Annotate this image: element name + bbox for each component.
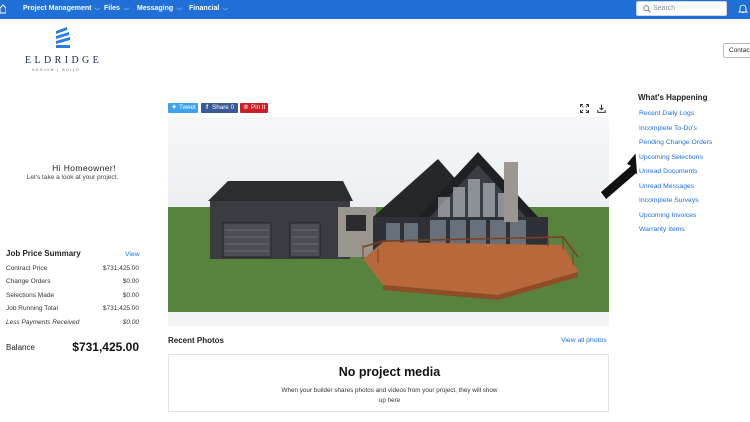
top-nav: Project Management ⌵ Files ⌵ Messaging ⌵ Fi… (0, 0, 750, 19)
nav-label: Files (104, 5, 120, 12)
expand-icon[interactable] (580, 104, 589, 113)
chevron-down-icon: ⌵ (123, 6, 130, 12)
chevron-down-icon: ⌵ (176, 6, 183, 12)
summary-row-value: $0.00 (122, 278, 139, 285)
empty-media-title: No project media (338, 365, 441, 379)
summary-row-value: $731,425.00 (102, 265, 139, 272)
whats-happening-title: What's Happening (638, 93, 708, 102)
house-render-illustration (168, 117, 609, 326)
view-all-photos-link[interactable]: View all photos (561, 337, 607, 344)
link-upcoming-selections[interactable]: Upcoming Selections (639, 154, 703, 161)
link-recent-daily-logs[interactable]: Recent Daily Logs (639, 110, 694, 117)
summary-row-label: Job Running Total (6, 305, 58, 312)
job-price-summary-view-link[interactable]: View (125, 251, 140, 258)
nav-financial[interactable]: Financial ⌵ (189, 0, 229, 19)
balance-label: Balance (6, 343, 35, 352)
contact-button[interactable]: Contact (723, 43, 750, 58)
summary-row-label: Selections Made (6, 292, 55, 299)
link-unread-messages[interactable]: Unread Messages (639, 183, 694, 190)
greeting-title: Hi Homeowner! (52, 163, 116, 173)
summary-row-label: Contract Price (6, 265, 48, 272)
logo-wordmark: ELDRIDGE (25, 55, 103, 66)
pinterest-button[interactable]: ℗ Pin It (240, 103, 268, 113)
chevron-down-icon: ⌵ (94, 6, 101, 12)
link-unread-documents[interactable]: Unread Documents (639, 168, 698, 175)
search-box[interactable] (636, 1, 727, 16)
nav-label: Messaging (137, 5, 174, 12)
link-incomplete-todos[interactable]: Incomplete To-Do's (639, 125, 697, 132)
pointer-arrow-icon (599, 150, 639, 201)
link-pending-change-orders[interactable]: Pending Change Orders (639, 139, 712, 146)
summary-row-selections-made: Selections Made $0.00 (6, 292, 139, 304)
logo-mark (56, 27, 70, 48)
summary-row-label: Change Orders (6, 278, 51, 285)
tweet-button[interactable]: ✦ Tweet (168, 103, 198, 113)
empty-media-message: When your builder shares photos and vide… (281, 387, 498, 404)
balance-value: $731,425.00 (72, 340, 139, 354)
twitter-icon: ✦ (171, 104, 177, 111)
facebook-icon: f (205, 104, 209, 111)
nav-files[interactable]: Files ⌵ (104, 0, 129, 19)
project-media-empty-state: No project media When your builder share… (168, 354, 609, 412)
share-count: 0 (230, 104, 235, 111)
summary-row-job-running-total: Job Running Total $731,425.00 (6, 305, 139, 317)
summary-row-value: $731,425.00 (102, 305, 139, 312)
share-label: Share (212, 104, 229, 111)
job-price-summary-title: Job Price Summary (6, 249, 81, 258)
logo-tagline: DESIGN | BUILD (32, 68, 81, 72)
project-render-image (168, 117, 609, 326)
search-input[interactable] (653, 2, 725, 15)
pin-label: Pin It (251, 104, 266, 111)
link-upcoming-invoices[interactable]: Upcoming Invoices (639, 212, 696, 219)
summary-row-contract-price: Contract Price $731,425.00 (6, 265, 139, 277)
summary-row-value: $0.00 (122, 319, 139, 326)
summary-row-label: Less Payments Received (6, 319, 80, 326)
nav-label: Project Management (23, 5, 92, 12)
nav-label: Financial (189, 5, 220, 12)
greeting-subtitle: Let's take a look at your project. (26, 174, 119, 181)
link-incomplete-surveys[interactable]: Incomplete Surveys (639, 197, 699, 204)
link-warranty-items[interactable]: Warranty Items (639, 226, 685, 233)
download-icon[interactable] (597, 104, 606, 113)
summary-row-change-orders: Change Orders $0.00 (6, 278, 139, 290)
summary-row-value: $0.00 (122, 292, 139, 299)
pinterest-icon: ℗ (243, 104, 249, 111)
chevron-down-icon: ⌵ (222, 6, 229, 12)
recent-photos-title: Recent Photos (168, 336, 225, 345)
home-icon[interactable] (0, 4, 6, 14)
tweet-label: Tweet (179, 104, 196, 111)
search-icon (643, 5, 651, 13)
nav-project-management[interactable]: Project Management ⌵ (23, 0, 101, 19)
facebook-share-button[interactable]: f Share 0 (201, 103, 238, 113)
nav-messaging[interactable]: Messaging ⌵ (137, 0, 182, 19)
summary-row-less-payments: Less Payments Received $0.00 (6, 319, 139, 331)
bell-icon[interactable] (738, 4, 748, 14)
